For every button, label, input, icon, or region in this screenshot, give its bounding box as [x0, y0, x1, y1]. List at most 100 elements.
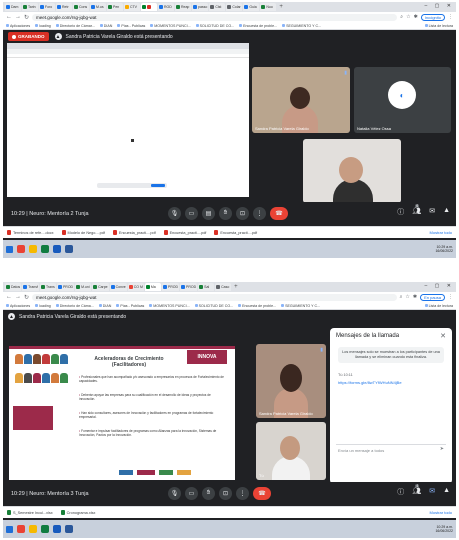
bookmark-item[interactable]: Pías - Publicas — [116, 304, 144, 308]
activities-icon[interactable]: ▲ — [443, 487, 450, 497]
browser-tab-active[interactable] — [141, 3, 157, 11]
reading-list[interactable]: Lista de lectura — [425, 24, 456, 28]
bookmark-item[interactable]: MOMENTOS PUNCI... — [149, 304, 189, 308]
download-item[interactable]: Modelo de Nego....pdf — [61, 230, 105, 235]
bookmark-item[interactable]: DIAN — [100, 24, 113, 28]
people-icon[interactable]: 👥︎ 6 — [412, 204, 421, 217]
bookmark-star-icon[interactable]: ☆ — [405, 294, 409, 300]
people-icon[interactable]: 👥︎ 4 — [412, 484, 421, 497]
browser-tab[interactable]: Trans — [39, 283, 56, 291]
profile-button[interactable]: Incógnito — [420, 13, 445, 21]
bookmark-item[interactable]: Encuesta de proble... — [238, 304, 276, 308]
browser-tab[interactable]: Caso — [215, 283, 232, 291]
bookmark-item[interactable]: MOMENTOS PUNCI... — [150, 24, 190, 28]
browser-tab[interactable]: Dam — [5, 3, 21, 11]
hang-up-button[interactable]: ☎︎ — [270, 207, 288, 220]
new-tab-button[interactable]: + — [234, 284, 238, 290]
activities-icon[interactable]: ▲ — [443, 207, 450, 217]
file-explorer-icon[interactable] — [29, 525, 37, 533]
browser-tab[interactable]: Cons — [73, 3, 89, 11]
chrome-icon[interactable] — [17, 245, 25, 253]
raise-hand-icon[interactable]: ✋︎ — [202, 487, 215, 500]
close-icon[interactable]: ✕ — [440, 332, 446, 340]
browser-tab-active[interactable]: Ma — [144, 283, 161, 291]
show-all-downloads-link[interactable]: Mostrar todo — [430, 510, 452, 515]
browser-tab[interactable]: CTV — [124, 3, 140, 11]
download-item[interactable]: Encuesta_practi....pdf — [112, 230, 156, 235]
excel-icon[interactable] — [41, 245, 49, 253]
browser-tab[interactable]: Carpe — [92, 283, 109, 291]
browser-tab[interactable]: Datos — [5, 283, 22, 291]
self-view-tile[interactable] — [303, 139, 401, 203]
present-screen-icon[interactable]: ⊡ — [219, 487, 232, 500]
microphone-icon[interactable]: 🎙︎ — [168, 207, 181, 220]
reading-list[interactable]: Lista de lectura — [425, 304, 456, 308]
extensions-icon[interactable]: ✱ — [413, 294, 417, 300]
browser-tab[interactable]: PROD — [180, 283, 198, 291]
bookmark-item[interactable]: Encuesta de proble... — [239, 24, 277, 28]
browser-tab[interactable]: M.us — [90, 3, 106, 11]
bookmark-item[interactable]: SEGUIMIENTO Y C... — [281, 304, 320, 308]
download-item[interactable]: Encuesta_practi....pdf — [214, 230, 257, 235]
new-tab-button[interactable]: + — [279, 4, 283, 10]
browser-tab[interactable]: Transf — [22, 283, 39, 291]
file-explorer-icon[interactable] — [29, 245, 37, 253]
back-icon[interactable]: ← — [6, 14, 12, 20]
search-icon[interactable]: ⌕ — [400, 14, 403, 20]
show-all-downloads-link[interactable]: Mostrar todo — [430, 230, 452, 235]
bookmark-item[interactable]: SOLICITUD DE CO... — [195, 304, 234, 308]
browser-tab[interactable]: Sal — [198, 283, 215, 291]
browser-tab[interactable]: PROD — [56, 283, 75, 291]
bookmark-item[interactable]: Directorio de Cáma... — [56, 304, 94, 308]
forward-icon[interactable]: → — [15, 294, 21, 300]
browser-tab[interactable]: Foro — [39, 3, 55, 11]
bookmark-item[interactable]: loading — [35, 304, 51, 308]
extensions-icon[interactable]: ✱ — [414, 14, 418, 20]
send-icon[interactable]: ➤ — [440, 446, 444, 452]
profile-button[interactable]: En pausa — [420, 293, 445, 301]
browser-tab[interactable]: passo — [192, 3, 209, 11]
word-icon[interactable] — [53, 525, 61, 533]
browser-tab[interactable]: Tarin — [22, 3, 38, 11]
bookmark-item[interactable]: SEGUIMIENTO Y C... — [282, 24, 321, 28]
captions-icon[interactable]: ▤ — [202, 207, 215, 220]
download-item[interactable]: Cronograma.xlsx — [60, 510, 95, 515]
bookmark-item[interactable]: loading — [35, 24, 51, 28]
chrome-icon[interactable] — [17, 525, 25, 533]
bookmark-star-icon[interactable]: ☆ — [406, 14, 410, 20]
info-icon[interactable]: ⓘ — [397, 487, 404, 497]
back-icon[interactable]: ← — [6, 294, 12, 300]
participant-tile[interactable]: ◐ Natalia Vélez Ossa — [354, 67, 451, 133]
chat-icon[interactable]: ✉︎ — [429, 487, 435, 497]
menu-icon[interactable]: ⋮ — [448, 294, 453, 300]
browser-tab[interactable]: Pen — [107, 3, 123, 11]
browser-tab[interactable]: CO M — [127, 283, 144, 291]
bookmark-item[interactable]: Aplicaciones — [6, 24, 30, 28]
reload-icon[interactable]: ↻ — [24, 14, 29, 21]
forward-icon[interactable]: → — [15, 14, 21, 20]
browser-tab[interactable]: ROD — [158, 3, 174, 11]
participant-tile[interactable]: ▮ Sandra Patricia Varela Giraldo — [252, 67, 350, 133]
self-view-tile[interactable]: Tú — [256, 422, 326, 480]
window-controls[interactable]: – ▢ ✕ — [425, 283, 454, 289]
download-item[interactable]: Terminos de refe....docx — [7, 230, 54, 235]
browser-tab[interactable]: Retr — [56, 3, 72, 11]
reload-icon[interactable]: ↻ — [24, 294, 29, 301]
more-options-icon[interactable]: ⋮ — [253, 207, 266, 220]
url-field[interactable]: meet.google.com/rsg-jqbg-wat — [32, 293, 397, 301]
participant-tile[interactable]: ▮ Sandra Patricia Varela Giraldo — [256, 344, 326, 418]
chat-icon[interactable]: ✉︎ — [429, 207, 435, 217]
bookmark-item[interactable]: DIAN — [99, 304, 112, 308]
browser-tab[interactable]: M.uni — [75, 283, 92, 291]
browser-tab[interactable]: PROD — [161, 283, 180, 291]
excel-icon[interactable] — [41, 525, 49, 533]
camera-icon[interactable]: ▭ — [185, 487, 198, 500]
app-icon[interactable] — [65, 525, 73, 533]
browser-tab[interactable]: Nuo — [260, 3, 277, 11]
search-icon[interactable]: ⌕ — [400, 294, 403, 300]
hang-up-button[interactable]: ☎︎ — [253, 487, 271, 500]
windows-start-icon[interactable] — [6, 245, 13, 253]
menu-icon[interactable]: ⋮ — [448, 14, 453, 20]
url-field[interactable]: meet.google.com/rsg-jqbg-wat — [32, 13, 398, 21]
browser-tab[interactable]: Conve — [109, 283, 127, 291]
